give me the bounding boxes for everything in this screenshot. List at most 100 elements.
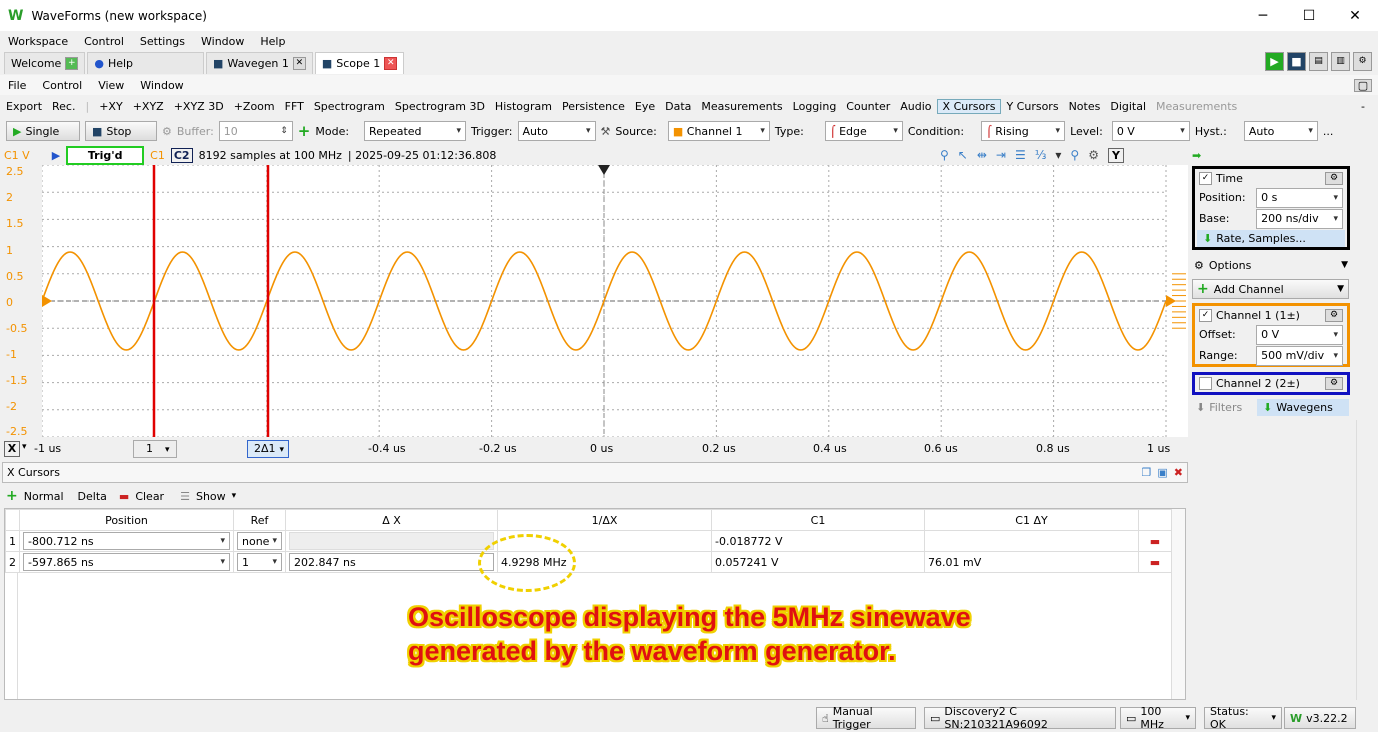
filters-tab[interactable]: ⬇ Filters [1196, 399, 1254, 416]
counter-button[interactable]: Counter [841, 100, 895, 113]
version-button[interactable]: Wv3.22.2 [1284, 707, 1356, 729]
tab-scope[interactable]: ■ Scope 1 ✕ [314, 52, 405, 74]
measurements-button[interactable]: Measurements [696, 100, 787, 113]
tab-wavegen[interactable]: ■ Wavegen 1 ✕ [206, 52, 313, 74]
position-input[interactable]: 0 s ▾ [1256, 187, 1343, 208]
clear-cursors-button[interactable]: Clear [135, 490, 164, 503]
manual-trigger-button[interactable]: ☝ Manual Trigger [816, 705, 916, 731]
menu-help[interactable]: Help [252, 35, 293, 48]
cursor2-label[interactable]: 2Δ1 ▾ [247, 440, 289, 458]
close-icon[interactable]: ✕ [384, 57, 398, 70]
rate-samples-button[interactable]: ⬇ Rate, Samples... [1197, 230, 1345, 247]
menu-scope-control[interactable]: Control [34, 79, 90, 92]
settings-gear-icon[interactable]: ⚙ [1325, 171, 1343, 185]
notes-button[interactable]: Notes [1064, 100, 1106, 113]
remove-icon[interactable]: ▬ [1138, 551, 1172, 573]
plot-settings-icon[interactable]: ⚙ [1088, 148, 1099, 163]
undock-icon[interactable]: ❐ [1142, 466, 1152, 479]
menu-scope-window[interactable]: Window [132, 79, 191, 92]
toolbar-collapse[interactable]: - [1356, 100, 1370, 113]
options-button[interactable]: ⚙ Options ▼ [1194, 256, 1348, 274]
chevron-down-icon[interactable]: ▾ [22, 442, 27, 452]
menu-control[interactable]: Control [76, 35, 132, 48]
scope-plot[interactable] [42, 165, 1188, 437]
align-icon[interactable]: ☰ [1015, 148, 1026, 163]
status-indicator[interactable]: Status: OK ▾ [1204, 705, 1282, 731]
histogram-button[interactable]: Histogram [490, 100, 557, 113]
settings-gear-icon[interactable]: ⚙ [1353, 52, 1372, 71]
zoom-button[interactable]: +Zoom [229, 100, 280, 113]
delta-cursor-button[interactable]: Delta [78, 490, 107, 503]
show-menu-button[interactable]: Show [196, 490, 226, 503]
cursor1-label[interactable]: 1 ▾ [133, 440, 177, 458]
add-icon[interactable]: + [298, 122, 311, 140]
time-checkbox[interactable]: ✓ [1199, 171, 1212, 185]
side-scrollbar[interactable] [1356, 420, 1370, 700]
c2-toggle[interactable]: C2 [170, 148, 193, 163]
panel-arrow-icon[interactable]: ➡ [1192, 149, 1201, 162]
c1-toggle[interactable]: C1 [150, 149, 165, 162]
audio-button[interactable]: Audio [895, 100, 936, 113]
minimize-button[interactable]: ─ [1240, 0, 1286, 31]
hyst-select[interactable]: Auto ▾ [1243, 121, 1318, 141]
pan-icon[interactable]: ↖ [958, 148, 968, 163]
x-axis-button[interactable]: X [4, 441, 20, 457]
restore-icon[interactable]: ▢ [1354, 78, 1372, 92]
add-icon[interactable]: + [6, 488, 18, 504]
divisions-icon[interactable]: ⅓ [1035, 148, 1047, 163]
position-cell[interactable]: -597.865 ns ▾ [19, 551, 234, 573]
y-axis-button[interactable]: Y [1107, 148, 1124, 163]
source-select[interactable]: ■ Channel 1 ▾ [667, 121, 770, 141]
condition-select[interactable]: ⌠ Rising ▾ [981, 121, 1066, 141]
trigger-hammer-icon[interactable]: ⚒ [601, 125, 611, 138]
chevron-down-icon[interactable]: ▾ [1055, 148, 1061, 163]
menu-settings[interactable]: Settings [132, 35, 193, 48]
xyz3d-button[interactable]: +XYZ 3D [169, 100, 229, 113]
add-icon[interactable]: + [65, 57, 79, 70]
tab-welcome[interactable]: Welcome + [4, 52, 86, 74]
close-icon[interactable]: ✕ [292, 57, 306, 70]
more-button[interactable]: ... [1323, 125, 1334, 138]
tile-icon[interactable]: ▥ [1331, 52, 1350, 71]
spectrogram3d-button[interactable]: Spectrogram 3D [390, 100, 490, 113]
digital-button[interactable]: Digital [1105, 100, 1151, 113]
xy-button[interactable]: +XY [94, 100, 127, 113]
fit-range-icon[interactable]: ⇥ [996, 148, 1006, 163]
settings-gear-icon[interactable]: ⚙ [1325, 377, 1343, 390]
rec-button[interactable]: Rec. [47, 100, 80, 113]
close-button[interactable]: ✕ [1332, 0, 1378, 31]
stop-button[interactable]: ■ Stop [85, 121, 157, 141]
maximize-icon[interactable]: ▣ [1157, 466, 1167, 479]
zoom-icon[interactable]: ⚲ [940, 148, 949, 163]
x-cursors-button[interactable]: X Cursors [936, 98, 1002, 114]
remove-icon[interactable]: ▬ [119, 490, 129, 503]
menu-workspace[interactable]: Workspace [0, 35, 76, 48]
device-button[interactable]: ▭ Discovery2 C SN:210321A96092 [924, 705, 1116, 731]
level-input[interactable]: 0 V ▾ [1111, 121, 1190, 141]
spectrogram-button[interactable]: Spectrogram [309, 100, 390, 113]
normal-cursor-button[interactable]: Normal [24, 490, 64, 503]
position-cell[interactable]: -800.712 ns ▾ [19, 530, 234, 552]
channel2-checkbox[interactable] [1199, 377, 1212, 390]
type-select[interactable]: ⌠ Edge ▾ [824, 121, 903, 141]
ref-cell[interactable]: none ▾ [233, 530, 286, 552]
buffer-input[interactable]: 10 ⇕ [218, 121, 293, 141]
stop-all-icon[interactable]: ■ [1287, 52, 1306, 71]
ref-cell[interactable]: 1 ▾ [233, 551, 286, 573]
offset-input[interactable]: 0 V ▾ [1256, 324, 1343, 345]
cascade-icon[interactable]: ▤ [1309, 52, 1328, 71]
add-channel-button[interactable]: + Add Channel ▼ [1192, 279, 1349, 299]
remove-icon[interactable]: ▬ [1138, 530, 1172, 552]
mode-select[interactable]: Repeated ▾ [364, 121, 467, 141]
dx-cell[interactable]: 202.847 ns [285, 551, 498, 573]
chevron-down-icon[interactable]: ▾ [232, 491, 237, 501]
menu-window[interactable]: Window [193, 35, 252, 48]
magnifier-icon[interactable]: ⚲ [1070, 148, 1079, 163]
eye-button[interactable]: Eye [630, 100, 660, 113]
export-button[interactable]: Export [0, 100, 47, 113]
persistence-button[interactable]: Persistence [557, 100, 630, 113]
fit-horizontal-icon[interactable]: ⇹ [977, 148, 987, 163]
tab-help[interactable]: ● Help [87, 52, 205, 74]
run-arrow-icon[interactable]: ▶ [52, 149, 60, 162]
data-button[interactable]: Data [660, 100, 696, 113]
